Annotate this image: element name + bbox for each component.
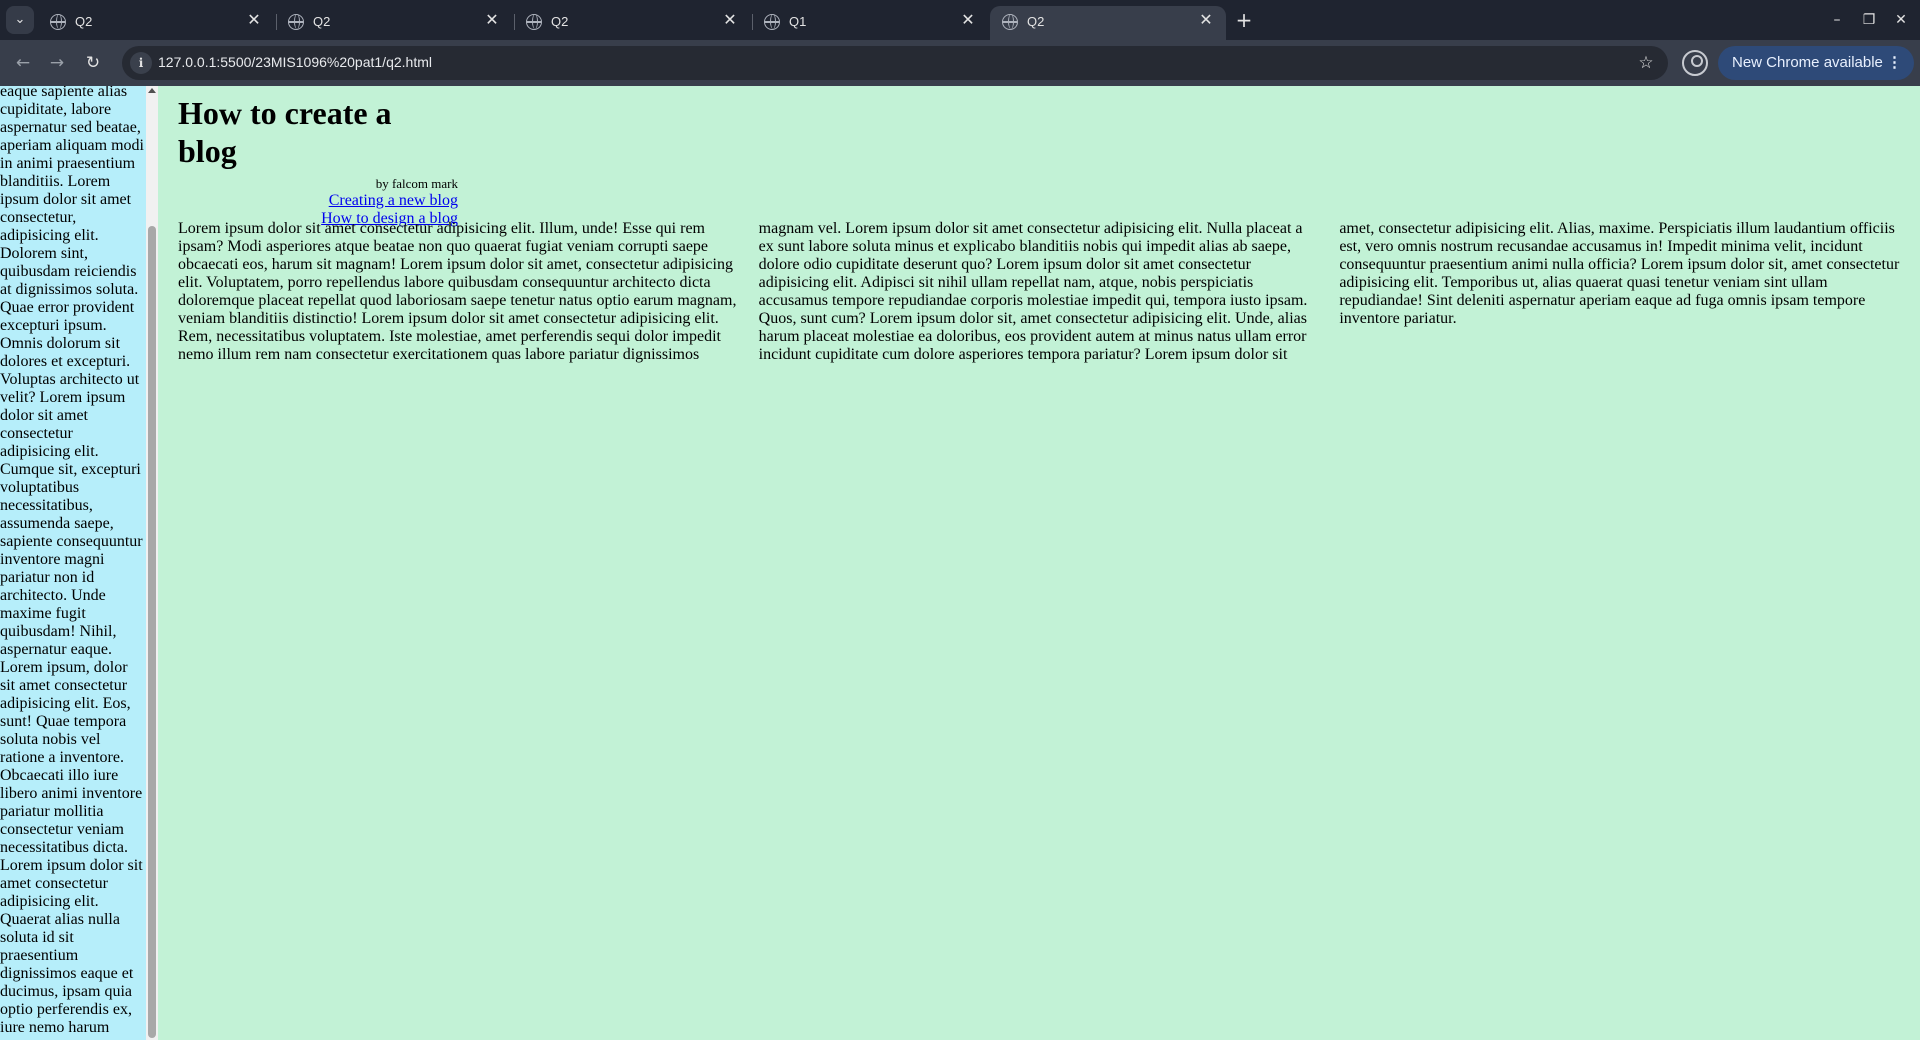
scroll-up-arrow-icon[interactable]: [148, 88, 156, 93]
link-creating-new-blog[interactable]: Creating a new blog: [178, 192, 458, 210]
plus-icon[interactable]: +: [1232, 8, 1256, 32]
arrow-left-icon[interactable]: ←: [8, 48, 38, 78]
new-chrome-available-button[interactable]: New Chrome available ⋮: [1718, 46, 1914, 80]
sidebar[interactable]: eaque sapiente alias cupiditate, labore …: [0, 86, 146, 1040]
chevron-down-icon[interactable]: ⌄: [6, 6, 34, 34]
restore-icon[interactable]: ❐: [1854, 6, 1884, 34]
tab-strip: ⌄ Q2 ✕ Q2 ✕ Q2 ✕ Q1 ✕ Q2 ✕ + – ❐ ✕: [0, 0, 1920, 40]
close-icon[interactable]: ✕: [482, 10, 502, 30]
close-window-icon[interactable]: ✕: [1886, 6, 1916, 34]
tab-1[interactable]: Q2 ✕: [38, 6, 274, 40]
profile-icon[interactable]: [1682, 50, 1708, 76]
close-icon[interactable]: ✕: [720, 10, 740, 30]
globe-icon: [764, 14, 780, 30]
url-text[interactable]: 127.0.0.1:5500/23MIS1096%20pat1/q2.html: [158, 54, 432, 70]
browser-toolbar: ← → ↻ i 127.0.0.1:5500/23MIS1096%20pat1/…: [0, 40, 1920, 86]
arrow-right-icon[interactable]: →: [42, 48, 72, 78]
blog-header: How to create a blog by falcom mark Crea…: [178, 94, 458, 228]
tab-title: Q2: [1027, 14, 1045, 29]
tab-5-active[interactable]: Q2 ✕: [990, 6, 1226, 40]
close-icon[interactable]: ✕: [958, 10, 978, 30]
globe-icon: [50, 14, 66, 30]
sidebar-text: eaque sapiente alias cupiditate, labore …: [0, 86, 144, 1036]
article-text: Lorem ipsum dolor sit amet consectetur a…: [178, 220, 1900, 363]
globe-icon: [526, 14, 542, 30]
update-label: New Chrome available: [1732, 54, 1883, 71]
tab-3[interactable]: Q2 ✕: [514, 6, 750, 40]
globe-icon: [1002, 14, 1018, 30]
page-title: How to create a blog: [178, 95, 392, 169]
tab-title: Q1: [789, 14, 807, 29]
minimize-icon[interactable]: –: [1822, 6, 1852, 34]
tab-title: Q2: [75, 14, 93, 29]
sidebar-scrollbar[interactable]: [146, 86, 158, 1040]
info-icon[interactable]: i: [130, 52, 152, 74]
close-icon[interactable]: ✕: [1196, 10, 1216, 30]
address-bar[interactable]: i 127.0.0.1:5500/23MIS1096%20pat1/q2.htm…: [122, 46, 1668, 80]
kebab-menu-icon[interactable]: ⋮: [1887, 46, 1902, 80]
reload-icon[interactable]: ↻: [78, 48, 108, 78]
tab-title: Q2: [313, 14, 331, 29]
globe-icon: [288, 14, 304, 30]
tab-title: Q2: [551, 14, 569, 29]
tab-2[interactable]: Q2 ✕: [276, 6, 512, 40]
tab-4[interactable]: Q1 ✕: [752, 6, 988, 40]
byline: by falcom mark: [375, 176, 458, 191]
star-icon[interactable]: ☆: [1634, 51, 1658, 75]
close-icon[interactable]: ✕: [244, 10, 264, 30]
article-body: Lorem ipsum dolor sit amet consectetur a…: [178, 220, 1900, 364]
page-viewport: eaque sapiente alias cupiditate, labore …: [0, 86, 1920, 1040]
scrollbar-thumb[interactable]: [148, 226, 156, 1038]
